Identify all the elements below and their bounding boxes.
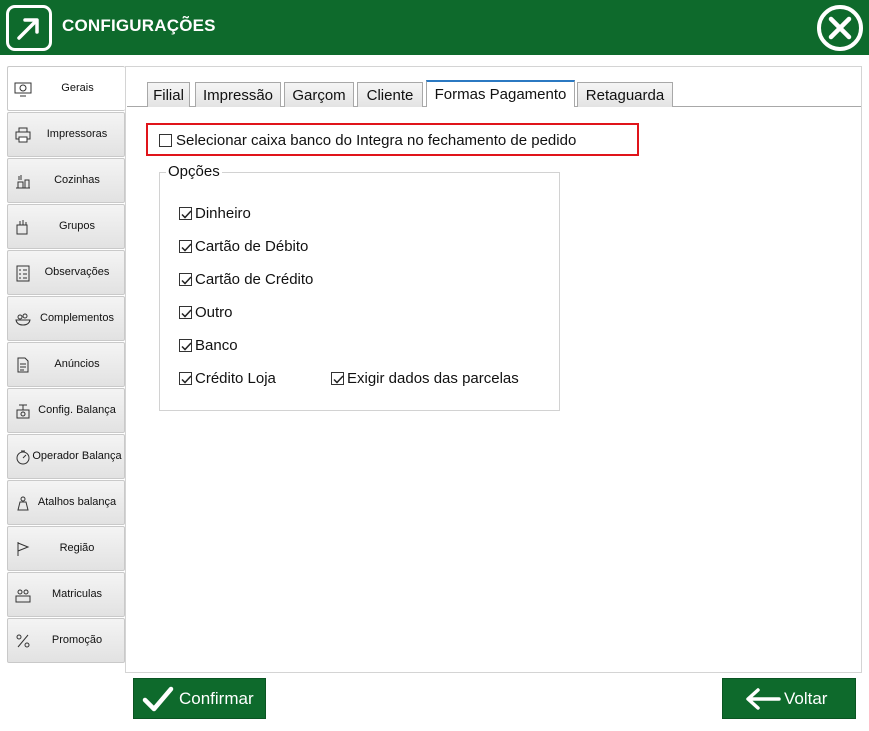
sidebar-item-regiao[interactable]: Região xyxy=(7,526,125,571)
options-group-title: Opções xyxy=(166,163,222,180)
sidebar-item-anuncios[interactable]: Anúncios xyxy=(7,342,125,387)
sidebar-item-operador-balanca[interactable]: Operador Balança xyxy=(7,434,125,479)
back-button-label: Voltar xyxy=(784,689,828,708)
sidebar-item-atalhos-balanca[interactable]: Atalhos balança xyxy=(7,480,125,525)
sidebar-item-label: Cozinhas xyxy=(54,174,100,186)
sidebar-item-config-balanca[interactable]: Config. Balança xyxy=(7,388,125,433)
checkmark-icon xyxy=(142,686,174,712)
sidebar-item-observacoes[interactable]: Observações xyxy=(7,250,125,295)
exigir-parcelas-label: Exigir dados das parcelas xyxy=(347,370,519,387)
dinheiro-label: Dinheiro xyxy=(195,205,251,222)
checkmark-icon xyxy=(181,309,192,318)
checkmark-icon xyxy=(181,210,192,219)
sidebar-item-label: Complementos xyxy=(40,312,114,324)
sidebar-item-label: Grupos xyxy=(58,220,96,232)
credito-loja-label: Crédito Loja xyxy=(195,370,276,387)
dinheiro-checkbox[interactable] xyxy=(179,207,192,220)
tab-impressao[interactable]: Impressão xyxy=(195,82,281,107)
exigir-parcelas-checkbox[interactable] xyxy=(331,372,344,385)
checkmark-icon xyxy=(181,375,192,384)
credito-loja-checkbox[interactable] xyxy=(179,372,192,385)
tab-cliente[interactable]: Cliente xyxy=(357,82,423,107)
sidebar-item-grupos[interactable]: Grupos xyxy=(7,204,125,249)
close-icon xyxy=(817,5,863,51)
back-button[interactable]: Voltar xyxy=(722,678,856,719)
sidebar-item-label: Config. Balança xyxy=(38,404,116,416)
integra-logo-icon xyxy=(6,5,52,51)
sidebar-item-complementos[interactable]: Complementos xyxy=(7,296,125,341)
page-title: CONFIGURAÇÕES xyxy=(62,16,216,35)
select-bank-checkbox-label: Selecionar caixa banco do Integra no fec… xyxy=(176,132,577,149)
checkmark-icon xyxy=(333,375,344,384)
select-bank-checkbox[interactable] xyxy=(159,134,172,147)
tab-filial[interactable]: Filial xyxy=(147,82,190,107)
cartao-credito-label: Cartão de Crédito xyxy=(195,271,314,288)
tab-formas-pagamento[interactable]: Formas Pagamento xyxy=(426,80,575,107)
arrow-left-icon xyxy=(746,688,781,710)
cartao-debito-checkbox[interactable] xyxy=(179,240,192,253)
sidebar-item-label: Matriculas xyxy=(51,588,103,600)
checkmark-icon xyxy=(181,276,192,285)
sidebar-item-gerais[interactable]: Gerais xyxy=(7,66,125,111)
sidebar-item-label: Atalhos balança xyxy=(37,496,117,508)
outro-label: Outro xyxy=(195,304,233,321)
sidebar-item-label: Gerais xyxy=(61,82,94,94)
sidebar-item-label: Região xyxy=(59,542,95,554)
sidebar-item-label: Observações xyxy=(44,266,110,278)
confirm-button-label: Confirmar xyxy=(179,689,254,708)
checkmark-icon xyxy=(181,243,192,252)
tab-garcom[interactable]: Garçom xyxy=(284,82,354,107)
outro-checkbox[interactable] xyxy=(179,306,192,319)
title-bar: CONFIGURAÇÕES xyxy=(0,0,869,55)
sidebar-item-impressoras[interactable]: Impressoras xyxy=(7,112,125,157)
sidebar-item-label: Promoção xyxy=(51,634,103,646)
sidebar-item-label: Impressoras xyxy=(46,128,108,140)
banco-label: Banco xyxy=(195,337,238,354)
banco-checkbox[interactable] xyxy=(179,339,192,352)
cartao-credito-checkbox[interactable] xyxy=(179,273,192,286)
sidebar-item-label: Anúncios xyxy=(54,358,100,370)
cartao-debito-label: Cartão de Débito xyxy=(195,238,309,255)
confirm-button[interactable]: Confirmar xyxy=(133,678,266,719)
close-button[interactable] xyxy=(815,5,865,51)
sidebar-item-cozinhas[interactable]: Cozinhas xyxy=(7,158,125,203)
sidebar-item-matriculas[interactable]: Matriculas xyxy=(7,572,125,617)
checkmark-icon xyxy=(181,342,192,351)
sidebar-item-promocao[interactable]: Promoção xyxy=(7,618,125,663)
tab-retaguarda[interactable]: Retaguarda xyxy=(577,82,673,107)
sidebar-item-label: Operador Balança xyxy=(32,450,122,462)
